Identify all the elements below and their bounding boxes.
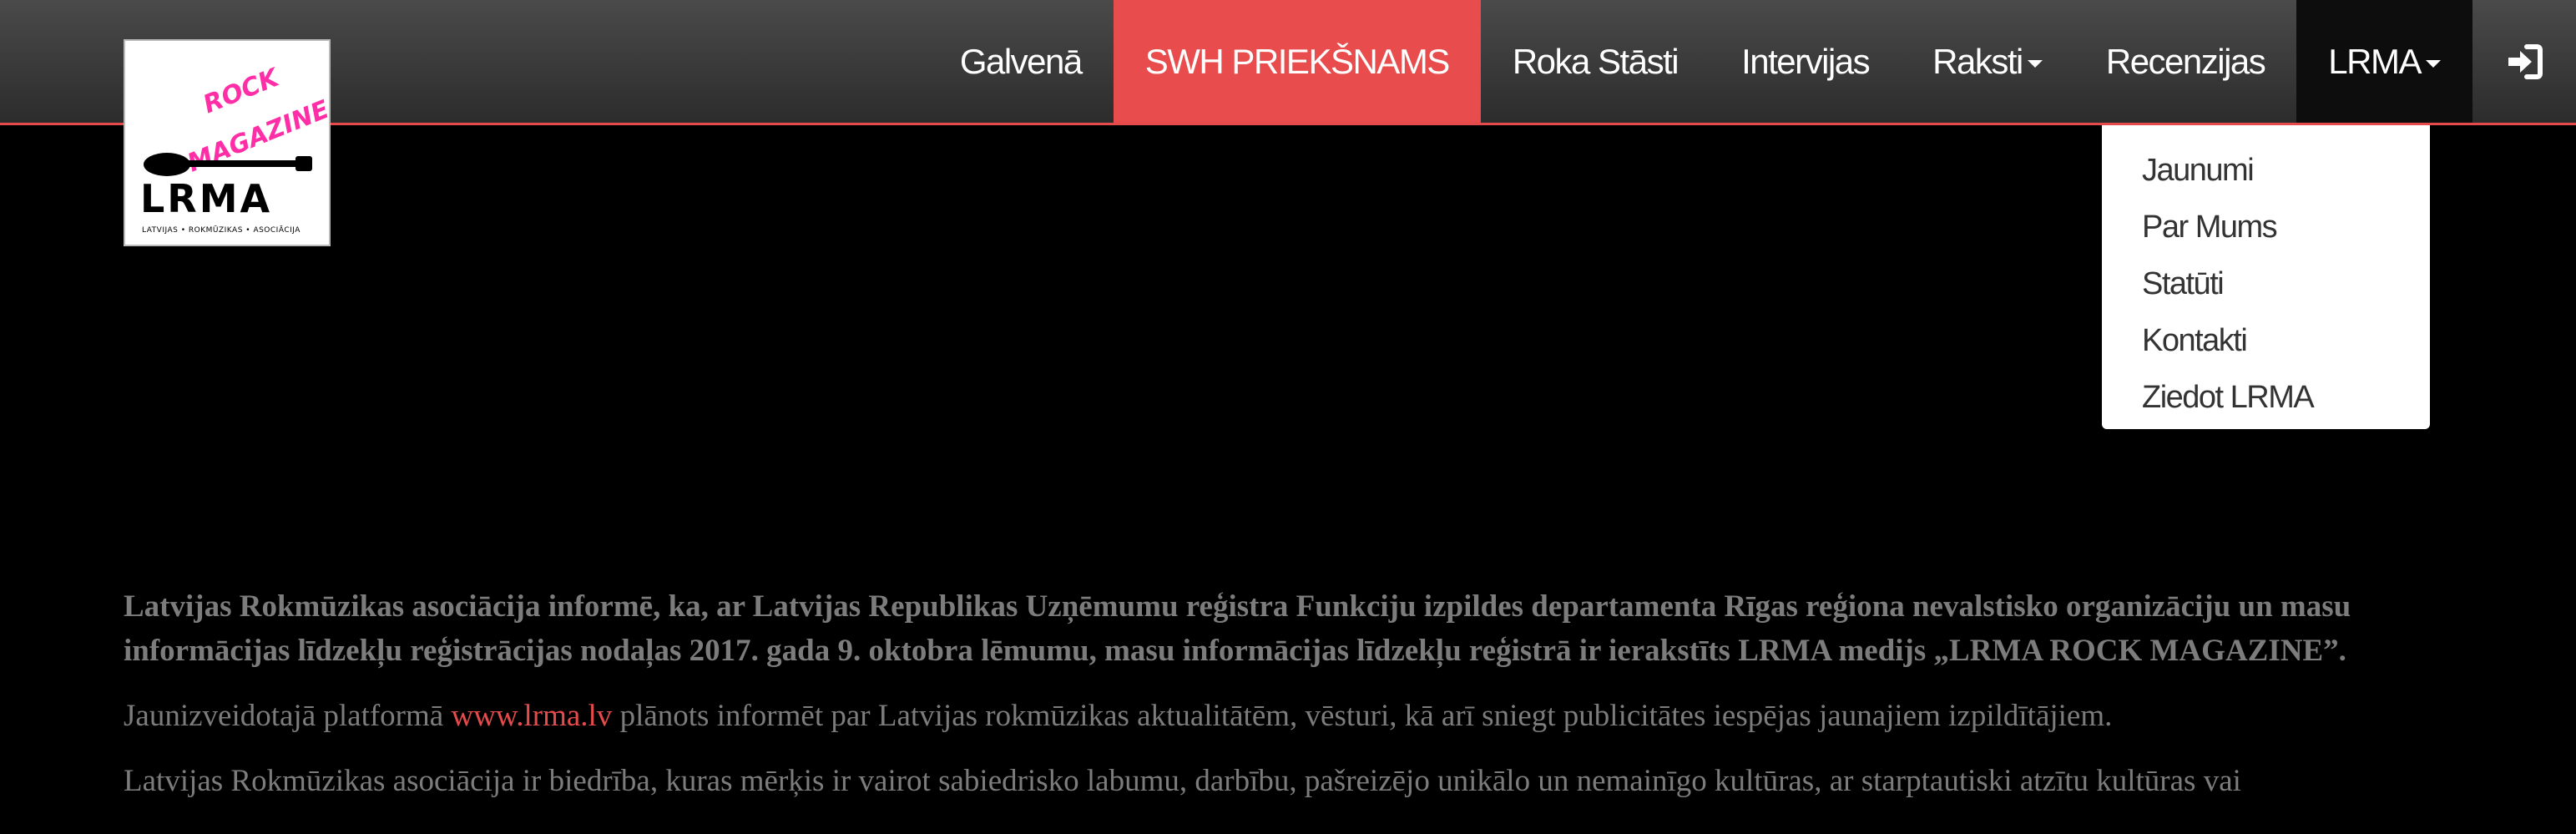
dropdown-item-ziedot-lrma[interactable]: Ziedot LRMA [2102,369,2430,426]
nav-item-lrma-label: LRMA [2328,41,2422,81]
nav-item-raksti[interactable]: Raksti [1901,0,2074,123]
logo-tagline: LATVIJAS • ROKMŪZIKAS • ASOCIĀCIJA [142,226,301,235]
nav-item-lrma[interactable]: LRMA [2296,0,2472,123]
dropdown-item-par-mums[interactable]: Par Mums [2102,199,2430,255]
logo-lrma-text: LRMA [140,176,273,221]
dropdown-item-jaunumi[interactable]: Jaunumi [2102,142,2430,199]
nav-item-galvena[interactable]: Galvenā [928,0,1114,123]
nav-item-roka-stasti[interactable]: Roka Stāsti [1481,0,1710,123]
main-nav: Galvenā SWH PRIEKŠNAMS Roka Stāsti Inter… [928,0,2576,123]
nav-item-intervijas[interactable]: Intervijas [1710,0,1901,123]
caret-down-icon [2027,60,2043,68]
article-paragraph: Jaunizveidotajā platformā www.lrma.lv pl… [124,694,2461,738]
article-paragraph: Latvijas Rokmūzikas asociācija ir biedrī… [124,764,2241,798]
nav-item-recenzijas[interactable]: Recenzijas [2074,0,2296,123]
dropdown-item-statuti[interactable]: Statūti [2102,255,2430,312]
article-body: Latvijas Rokmūzikas asociācija informē, … [124,584,2461,803]
nav-item-swh-prieksnams[interactable]: SWH PRIEKŠNAMS [1113,0,1481,123]
lrma-website-link[interactable]: www.lrma.lv [451,699,612,733]
nav-item-raksti-label: Raksti [1932,41,2023,81]
guitar-icon [144,153,312,176]
site-logo[interactable]: ROCK MAGAZINE LRMA LATVIJAS • ROKMŪZIKAS… [124,39,333,246]
login-button[interactable] [2472,0,2576,123]
sign-in-icon [2508,43,2543,79]
paragraph-text: Jaunizveidotajā platformā [124,699,452,733]
caret-down-icon [2426,60,2441,68]
paragraph-text: plānots informēt par Latvijas rokmūzikas… [612,699,2113,733]
navbar: Galvenā SWH PRIEKŠNAMS Roka Stāsti Inter… [0,0,2576,125]
lrma-dropdown-menu: Jaunumi Par Mums Statūti Kontakti Ziedot… [2102,125,2430,429]
dropdown-item-kontakti[interactable]: Kontakti [2102,312,2430,369]
logo-rock-text: ROCK [199,63,283,120]
article-lead: Latvijas Rokmūzikas asociācija informē, … [124,589,2351,668]
